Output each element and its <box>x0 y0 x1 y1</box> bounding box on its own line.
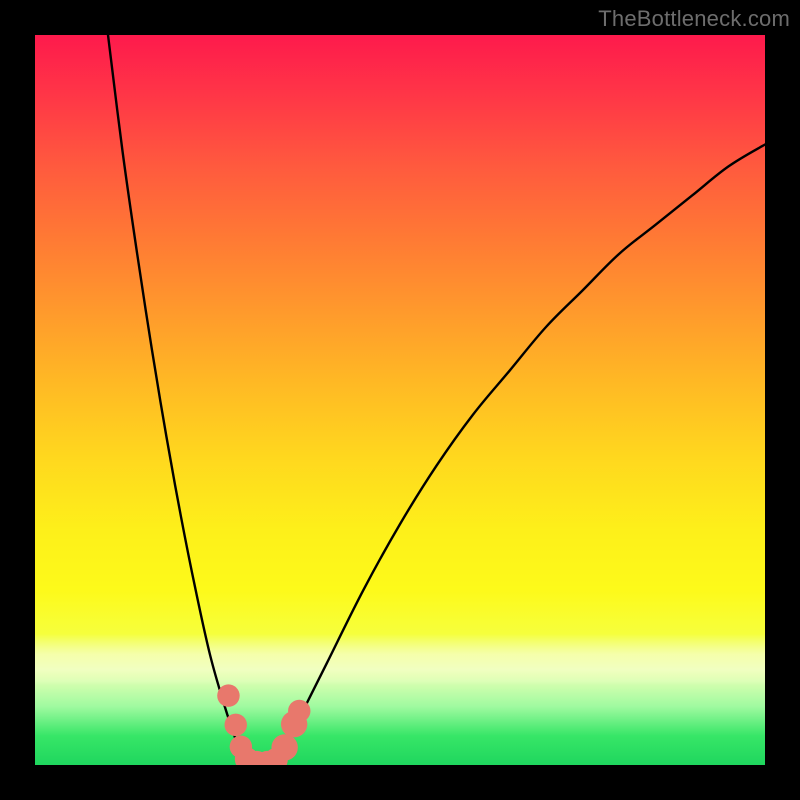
curve-left-branch <box>108 35 247 765</box>
curve-marker <box>271 734 297 760</box>
curve-marker <box>225 714 247 736</box>
chart-frame: TheBottleneck.com <box>0 0 800 800</box>
curve-marker <box>288 700 310 722</box>
curve-marker <box>217 684 239 706</box>
curve-group <box>108 35 765 765</box>
bottleneck-curve-svg <box>35 35 765 765</box>
watermark-text: TheBottleneck.com <box>598 6 790 32</box>
plot-area <box>35 35 765 765</box>
marker-group <box>217 684 310 765</box>
curve-right-branch <box>276 145 765 766</box>
